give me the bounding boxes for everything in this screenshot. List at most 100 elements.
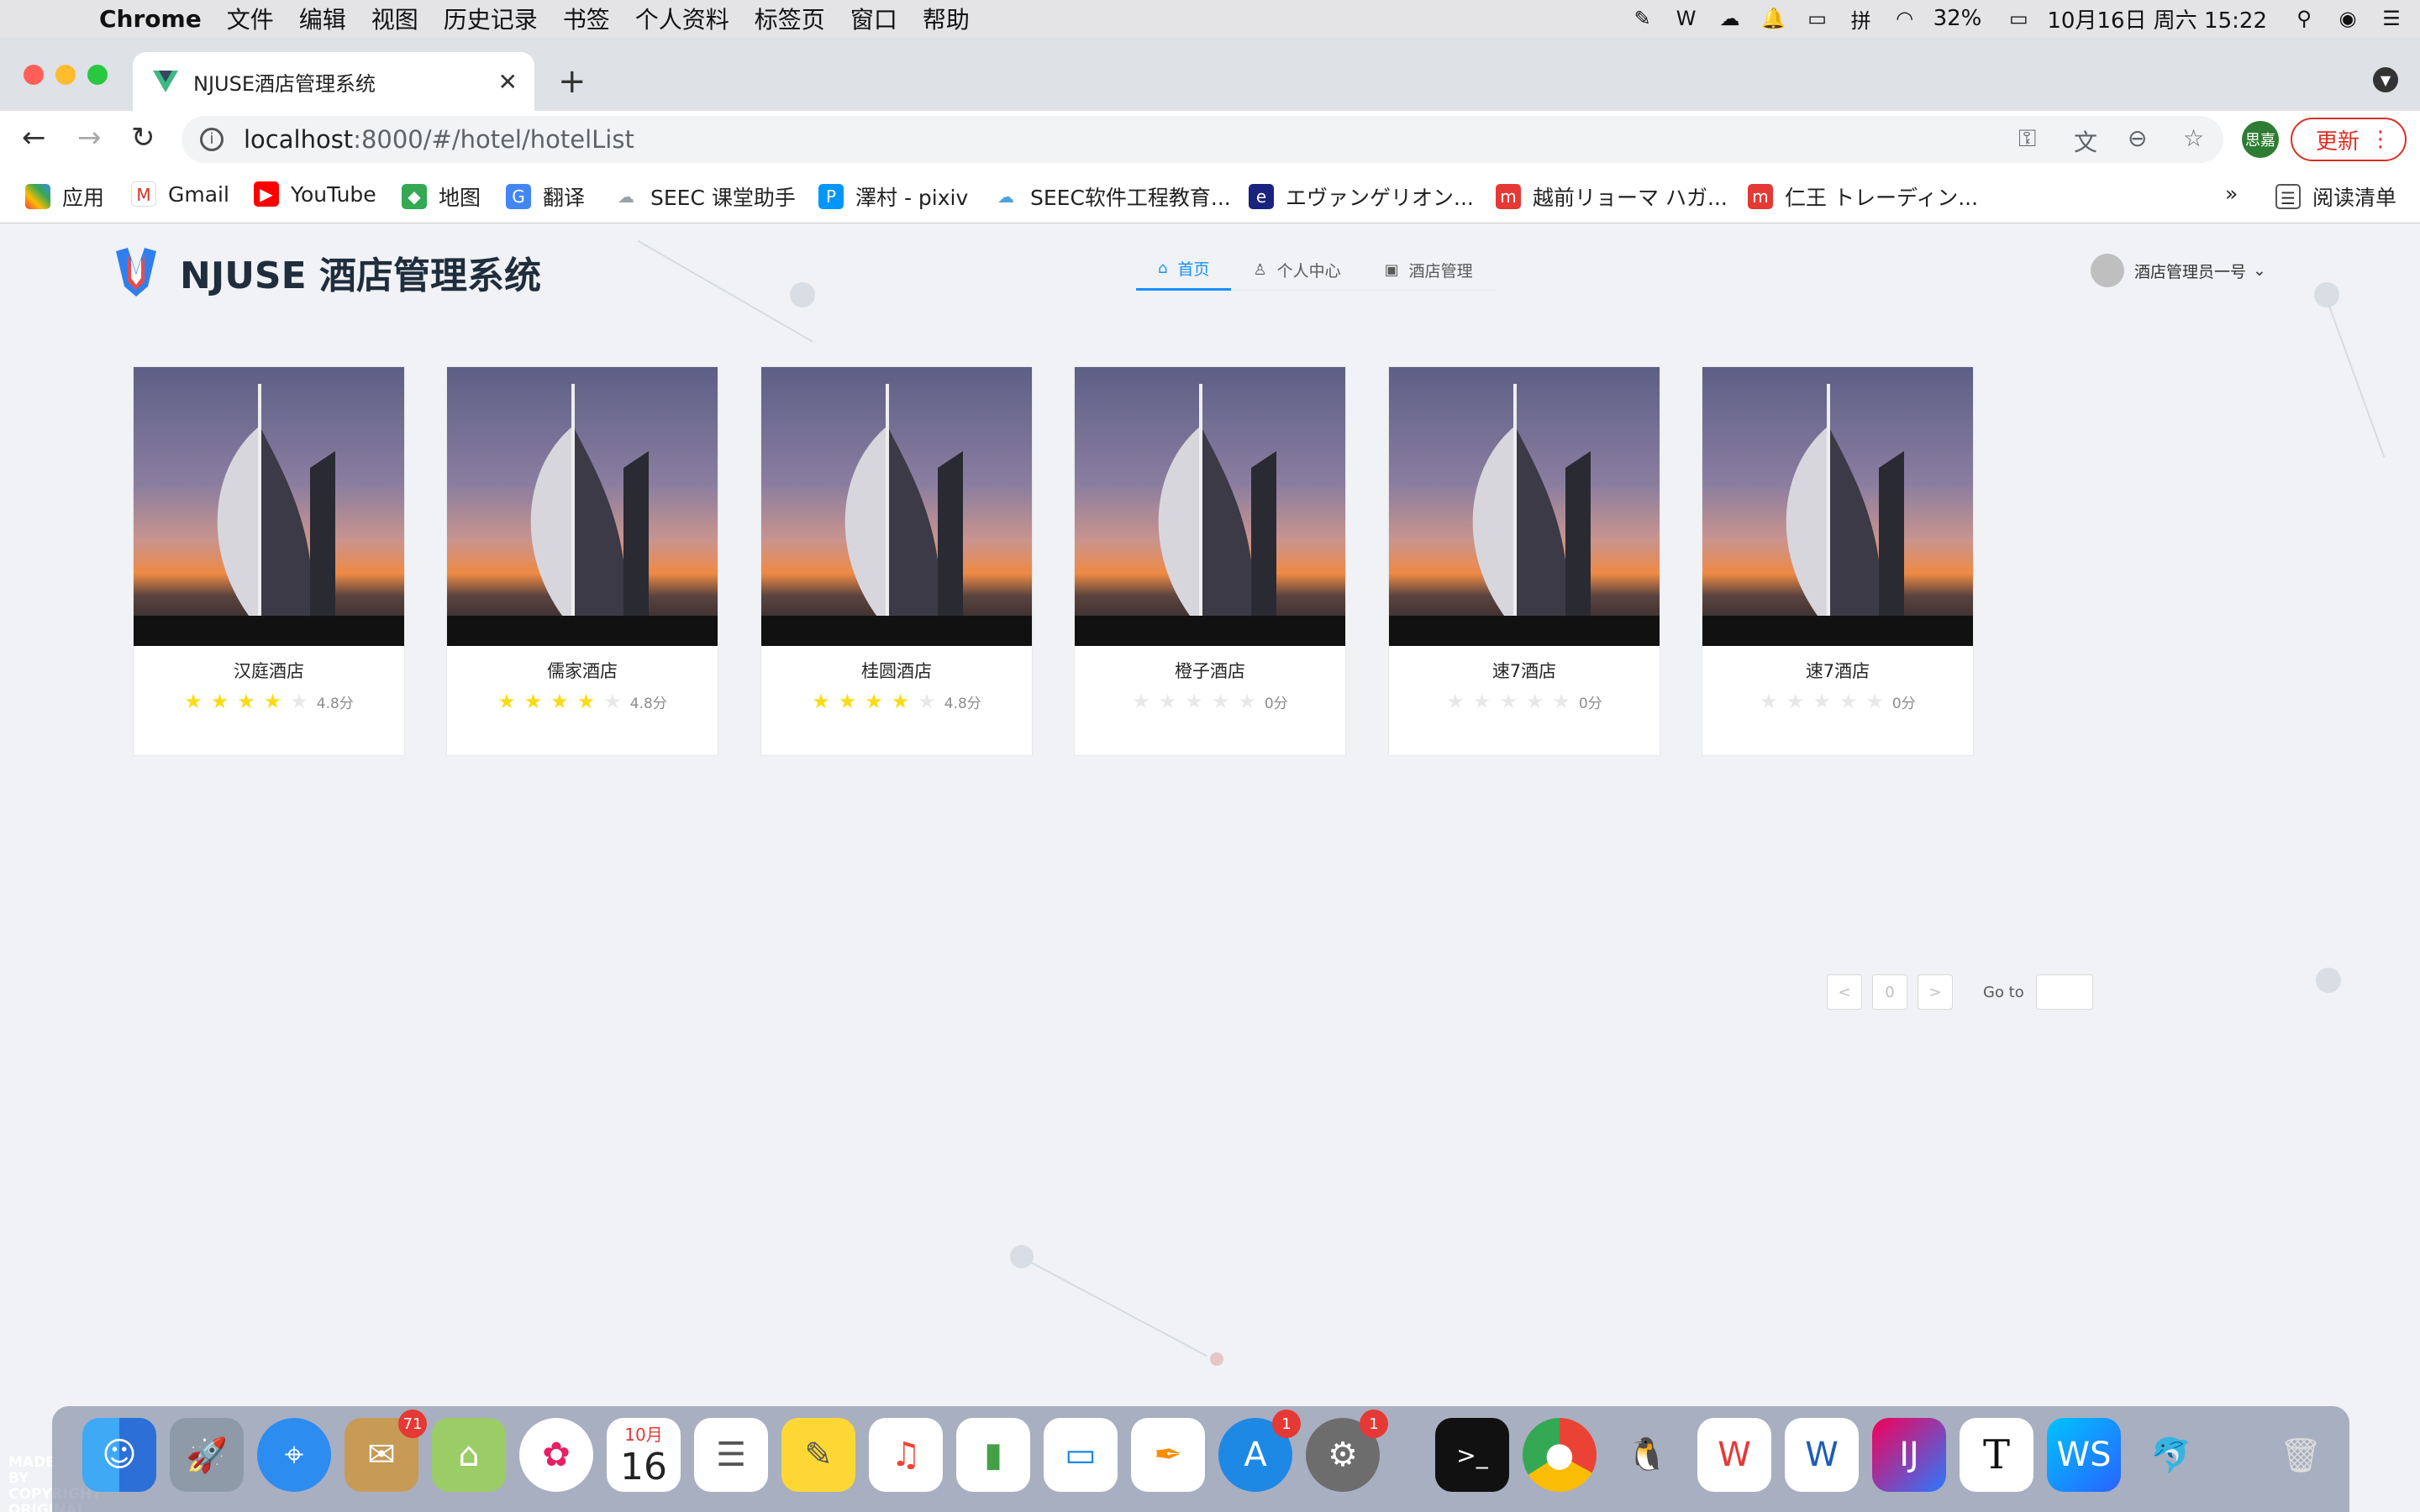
url-text[interactable]: localhost:8000/#/hotel/hotelList — [244, 125, 634, 154]
bookmark-apps[interactable]: 应用 — [25, 181, 104, 212]
hotel-card[interactable]: 速7酒店 ★ ★ ★ ★ ★ 0分 — [1388, 366, 1660, 756]
menu-edit[interactable]: 编辑 — [299, 2, 346, 35]
photos-icon[interactable]: ✿ — [519, 1418, 593, 1492]
word-icon[interactable]: W — [1785, 1418, 1859, 1492]
bookmarks-overflow-icon[interactable]: » — [2225, 181, 2238, 206]
forward-icon[interactable]: → — [77, 121, 102, 155]
wps-icon[interactable]: W — [1697, 1418, 1771, 1492]
menu-bookmarks[interactable]: 书签 — [563, 2, 610, 35]
browser-tab-active[interactable]: NJUSE酒店管理系统 ✕ — [133, 52, 534, 111]
launchpad-icon[interactable]: 🚀 — [170, 1418, 244, 1492]
goto-page-input[interactable] — [2035, 974, 2093, 1010]
address-bar[interactable]: i localhost:8000/#/hotel/hotelList ⚿ 文 ⊖… — [182, 116, 2223, 163]
back-icon[interactable]: ← — [22, 121, 46, 155]
menu-help[interactable]: 帮助 — [923, 2, 970, 35]
bookmark-youtube[interactable]: ▶ YouTube — [254, 181, 376, 207]
display-status-icon[interactable]: ▭ — [1802, 6, 1833, 31]
intellij-icon[interactable]: IJ — [1872, 1418, 1946, 1492]
bookmark-translate[interactable]: G 翻译 — [506, 181, 585, 212]
chrome-icon[interactable]: ● — [1523, 1418, 1597, 1492]
bookmark-seec-edu[interactable]: ☁ SEEC软件工程教育... — [993, 181, 1231, 212]
hotel-name[interactable]: 汉庭酒店 — [134, 658, 404, 683]
input-method-icon[interactable]: 拼 — [1846, 6, 1876, 33]
hotel-card[interactable]: 汉庭酒店 ★ ★ ★ ★ ★ 4.8分 — [133, 366, 405, 756]
new-tab-icon[interactable]: + — [558, 62, 587, 101]
hotel-card[interactable]: 桂圆酒店 ★ ★ ★ ★ ★ 4.8分 — [760, 366, 1033, 756]
webstorm-icon[interactable]: WS — [2047, 1418, 2121, 1492]
site-info-icon[interactable]: i — [200, 128, 224, 151]
translate-page-icon[interactable]: 文 — [2074, 124, 2097, 158]
tab-search-icon[interactable]: ▼ — [2373, 67, 2398, 92]
notes-icon[interactable]: ✎ — [781, 1418, 855, 1492]
menu-file[interactable]: 文件 — [227, 2, 274, 35]
menu-history[interactable]: 历史记录 — [444, 2, 538, 35]
menu-window[interactable]: 窗口 — [850, 2, 897, 35]
calendar-icon[interactable]: 10月 16 — [607, 1418, 681, 1492]
dolphin-app-icon[interactable]: 🐬 — [2134, 1418, 2208, 1492]
nav-home[interactable]: ⌂ 首页 — [1136, 249, 1232, 291]
bookmark-seec-helper[interactable]: ☁ SEEC 课堂助手 — [613, 181, 796, 212]
hotel-name[interactable]: 儒家酒店 — [447, 658, 718, 683]
battery-icon[interactable]: ▭ — [2003, 6, 2033, 31]
close-window-button[interactable] — [24, 65, 44, 85]
zoom-window-button[interactable] — [87, 65, 108, 85]
trash-icon[interactable]: 🗑 — [2264, 1418, 2338, 1492]
next-page-button[interactable]: > — [1918, 974, 1953, 1010]
menubar-datetime[interactable]: 10月16日 周六 15:22 — [2047, 3, 2267, 34]
minimize-window-button[interactable] — [55, 65, 76, 85]
pages-icon[interactable]: ✒ — [1131, 1418, 1205, 1492]
app-store-icon[interactable]: A1 — [1218, 1410, 1301, 1492]
system-preferences-icon[interactable]: ⚙ 1 — [1306, 1410, 1388, 1492]
wifi-icon[interactable]: ◠ — [1890, 6, 1920, 31]
hotel-name[interactable]: 橙子酒店 — [1075, 658, 1345, 683]
key-icon[interactable]: ⚿ — [2018, 124, 2036, 153]
maps-app-icon[interactable]: ⌂ — [432, 1418, 506, 1492]
update-button[interactable]: 更新 ⋮ — [2291, 118, 2407, 161]
reading-list-button[interactable]: ☰ 阅读清单 — [2275, 181, 2396, 212]
menu-view[interactable]: 视图 — [371, 2, 418, 35]
user-dropdown[interactable]: 酒店管理员一号 ⌄ — [2091, 254, 2266, 287]
finder-icon[interactable]: ☺ — [82, 1418, 156, 1492]
tencent-status-icon[interactable]: ☁ — [1715, 6, 1745, 31]
kebab-menu-icon[interactable]: ⋮ — [2370, 127, 2391, 152]
music-icon[interactable]: ♫ — [869, 1418, 943, 1492]
typora-icon[interactable]: T — [1960, 1418, 2033, 1492]
bookmark-mercari-2[interactable]: m 仁王 トレーディン... — [1748, 181, 1978, 212]
prev-page-button[interactable]: < — [1827, 974, 1862, 1010]
terminal-icon[interactable]: >_ — [1435, 1418, 1509, 1492]
hotel-name[interactable]: 速7酒店 — [1702, 658, 1973, 683]
reload-icon[interactable]: ↻ — [131, 121, 155, 155]
bookmark-pixiv[interactable]: P 澤村 - pixiv — [818, 181, 968, 212]
bookmark-star-icon[interactable]: ☆ — [2183, 124, 2204, 152]
hotel-name[interactable]: 桂圆酒店 — [761, 658, 1032, 683]
page-number-button[interactable]: 0 — [1872, 974, 1907, 1010]
pen-status-icon[interactable]: ✎ — [1628, 6, 1658, 31]
bookmark-gmail[interactable]: M Gmail — [131, 181, 229, 207]
qq-icon[interactable]: 🐧 — [1610, 1418, 1684, 1492]
bookmark-eva[interactable]: e エヴァンゲリオン... — [1249, 181, 1474, 212]
mail-icon[interactable]: ✉ 71 — [345, 1410, 427, 1492]
reminders-icon[interactable]: ☰ — [694, 1418, 768, 1492]
hotel-card[interactable]: 儒家酒店 ★ ★ ★ ★ ★ 4.8分 — [446, 366, 718, 756]
spotlight-search-icon[interactable]: ⚲ — [2289, 6, 2319, 31]
profile-avatar[interactable]: 思嘉 — [2242, 121, 2279, 158]
bookmark-mercari-1[interactable]: m 越前リョーマ ハガ... — [1496, 181, 1728, 212]
bookmark-maps[interactable]: ◆ 地图 — [402, 181, 481, 212]
menu-tabs[interactable]: 标签页 — [755, 2, 825, 35]
hotel-name[interactable]: 速7酒店 — [1389, 658, 1660, 683]
nav-personal-center[interactable]: ♙ 个人中心 — [1231, 249, 1362, 291]
hotel-card[interactable]: 橙子酒店 ★ ★ ★ ★ ★ 0分 — [1074, 366, 1346, 756]
menu-app-name[interactable]: Chrome — [99, 5, 202, 33]
safari-icon[interactable]: ⌖ — [257, 1418, 331, 1492]
control-center-icon[interactable]: ☰ — [2376, 6, 2407, 31]
siri-icon[interactable]: ◉ — [2333, 6, 2363, 31]
app-brand[interactable]: NJUSE 酒店管理系统 — [116, 245, 541, 299]
numbers-icon[interactable]: ▮ — [956, 1418, 1030, 1492]
keynote-icon[interactable]: ▭ — [1044, 1418, 1118, 1492]
nav-hotel-management[interactable]: ▣ 酒店管理 — [1363, 249, 1495, 291]
zoom-out-icon[interactable]: ⊖ — [2128, 124, 2147, 152]
hotel-card[interactable]: 速7酒店 ★ ★ ★ ★ ★ 0分 — [1702, 366, 1974, 756]
menu-profile[interactable]: 个人资料 — [635, 2, 729, 35]
notification-bell-icon[interactable]: 🔔 — [1759, 6, 1789, 31]
wps-status-icon[interactable]: W — [1671, 6, 1702, 31]
